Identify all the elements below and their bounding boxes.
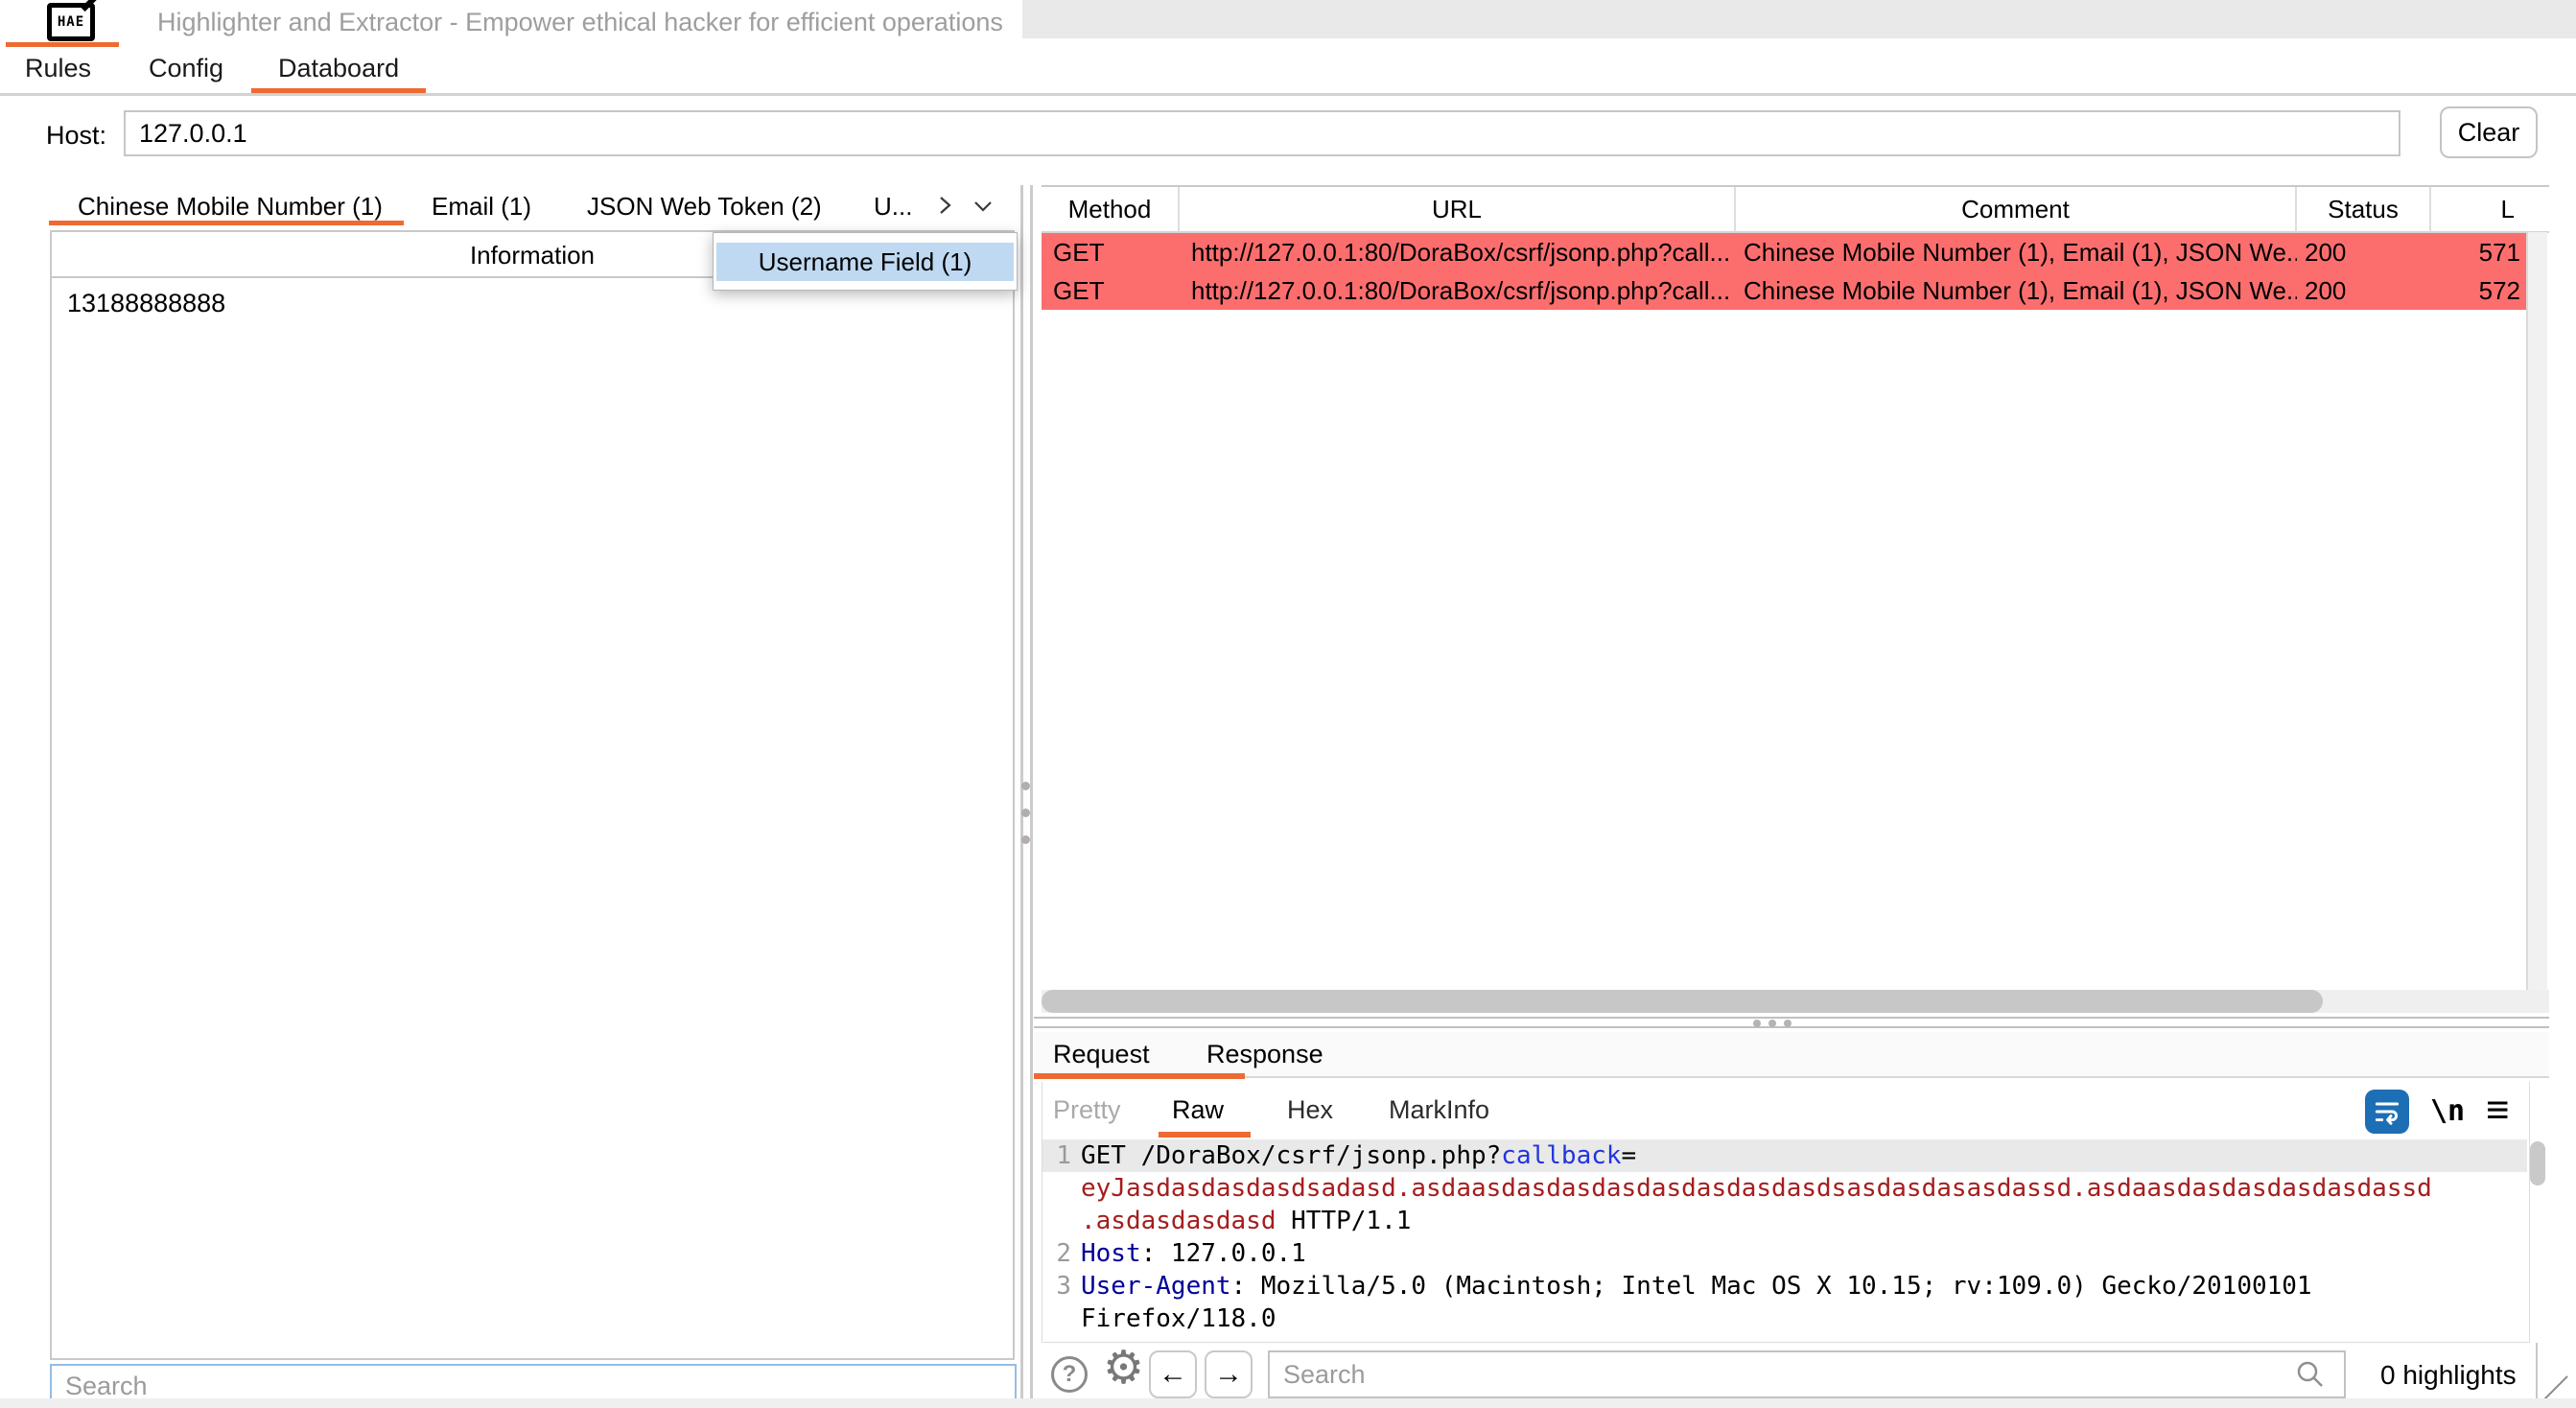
window-title: Highlighter and Extractor - Empower ethi… <box>157 8 1003 37</box>
column-header-method[interactable]: Method <box>1042 187 1180 233</box>
cell-length: 571 <box>2431 233 2526 271</box>
cell-comment: Chinese Mobile Number (1), Email (1), JS… <box>1736 271 2297 310</box>
request-tab-active-underline <box>1034 1073 1245 1079</box>
splitter-grip-dot <box>1753 1020 1761 1027</box>
splitter-grip-dot <box>1021 835 1030 844</box>
column-header-status[interactable]: Status <box>2297 187 2431 233</box>
splitter-grip-dot <box>1768 1020 1776 1027</box>
newline-toggle-button[interactable]: \n <box>2424 1093 2471 1129</box>
tab-scroll-right-button[interactable] <box>928 190 961 221</box>
requests-table-header: Method URL Comment Status L <box>1042 187 2549 233</box>
line-number <box>1042 1172 1081 1205</box>
header-scrollbar-gap <box>2526 187 2549 233</box>
viewer-splitter[interactable] <box>1034 1017 2549 1019</box>
cell-status: 200 <box>2297 233 2431 271</box>
left-tab-email[interactable]: Email (1) <box>432 192 531 222</box>
subtab-pretty[interactable]: Pretty <box>1053 1095 1121 1125</box>
splitter-grip-dot <box>1021 809 1030 817</box>
requests-table: Method URL Comment Status L GET http://1… <box>1042 185 2549 310</box>
request-row[interactable]: GET http://127.0.0.1:80/DoraBox/csrf/jso… <box>1042 271 2549 310</box>
subtab-raw[interactable]: Raw <box>1172 1095 1224 1125</box>
cell-method: GET <box>1042 233 1180 271</box>
splitter-grip-dot <box>1784 1020 1791 1027</box>
extracted-data-table: Information 13188888888 <box>50 230 1015 1360</box>
nav-divider <box>0 93 2576 96</box>
code-line: .asdasdasdasd HTTP/1.1 <box>1042 1205 2527 1237</box>
line-number: 3 <box>1042 1270 1081 1302</box>
hae-logo-text: HAE <box>58 14 84 30</box>
requests-table-vertical-scrollbar[interactable] <box>2526 232 2547 990</box>
tab-overflow-dropdown: Username Field (1) <box>713 232 1018 291</box>
cell-url: http://127.0.0.1:80/DoraBox/csrf/jsonp.p… <box>1180 271 1736 310</box>
editor-menu-button[interactable]: ≡ <box>2480 1086 2516 1134</box>
panel-splitter-line <box>1030 185 1033 1408</box>
editor-search-input[interactable] <box>1268 1350 2346 1398</box>
line-number <box>1042 1302 1081 1335</box>
search-previous-button[interactable]: ← <box>1149 1350 1197 1398</box>
column-header-url[interactable]: URL <box>1180 187 1736 233</box>
hae-extension-tab[interactable]: HAE <box>27 2 115 42</box>
pencil-icon <box>81 0 96 12</box>
requests-table-horizontal-scrollbar-thumb[interactable] <box>1042 990 2323 1013</box>
line-number: 2 <box>1042 1237 1081 1270</box>
subtab-markinfo[interactable]: MarkInfo <box>1389 1095 1489 1125</box>
host-label: Host: <box>46 121 106 151</box>
tab-config[interactable]: Config <box>149 54 223 83</box>
cell-method: GET <box>1042 271 1180 310</box>
code-line: 2 Host: 127.0.0.1 <box>1042 1237 2527 1270</box>
chevron-right-icon <box>931 192 958 219</box>
code-line: Firefox/118.0 <box>1042 1302 2527 1335</box>
hae-logo-icon: HAE <box>47 3 95 41</box>
code-line: 3 User-Agent: Mozilla/5.0 (Macintosh; In… <box>1042 1270 2527 1302</box>
hae-tab-active-underline <box>6 42 119 47</box>
hae-extension-window: HAE Highlighter and Extractor - Empower … <box>0 0 2576 1408</box>
host-input[interactable] <box>124 110 2400 156</box>
tab-response[interactable]: Response <box>1206 1040 1323 1069</box>
request-editor-content[interactable]: 1 GET /DoraBox/csrf/jsonp.php?callback= … <box>1042 1139 2527 1341</box>
left-tab-username-field-truncated[interactable]: U... <box>874 192 912 222</box>
tab-overflow-list-button[interactable] <box>967 190 999 221</box>
settings-gear-button[interactable]: ⚙ <box>1097 1345 1150 1393</box>
titlebar-background <box>1022 0 2576 38</box>
line-number: 1 <box>1042 1139 1081 1172</box>
window-resize-grip[interactable] <box>2543 1375 2567 1399</box>
column-header-comment[interactable]: Comment <box>1736 187 2297 233</box>
request-row[interactable]: GET http://127.0.0.1:80/DoraBox/csrf/jso… <box>1042 233 2549 271</box>
left-tab-json-web-token[interactable]: JSON Web Token (2) <box>587 192 822 222</box>
subtab-hex[interactable]: Hex <box>1287 1095 1333 1125</box>
cell-comment: Chinese Mobile Number (1), Email (1), JS… <box>1736 233 2297 271</box>
highlights-count: 0 highlights <box>2380 1360 2517 1391</box>
chevron-down-icon <box>969 192 997 219</box>
cell-status: 200 <box>2297 271 2431 310</box>
clear-button[interactable]: Clear <box>2440 106 2538 158</box>
word-wrap-icon <box>2372 1096 2402 1127</box>
tab-request[interactable]: Request <box>1053 1040 1150 1069</box>
line-number <box>1042 1205 1081 1237</box>
search-magnifier-icon <box>2294 1358 2327 1391</box>
code-line: eyJasdasdasdasdsadasd.asdaasdasdasdasdas… <box>1042 1172 2527 1205</box>
left-tab-active-underline <box>49 221 404 225</box>
panel-splitter[interactable] <box>1020 185 1023 1408</box>
tab-databoard[interactable]: Databoard <box>278 54 399 83</box>
code-line: 1 GET /DoraBox/csrf/jsonp.php?callback= <box>1042 1139 2527 1172</box>
cell-length: 572 <box>2431 271 2526 310</box>
column-header-length[interactable]: L <box>2431 187 2526 233</box>
cell-url: http://127.0.0.1:80/DoraBox/csrf/jsonp.p… <box>1180 233 1736 271</box>
raw-subtab-active-underline <box>1159 1132 1251 1138</box>
editor-vertical-scrollbar-thumb[interactable] <box>2530 1141 2545 1185</box>
bottom-bar-divider <box>2536 1343 2538 1402</box>
window-bottom-edge <box>0 1398 2576 1408</box>
viewer-splitter-line <box>1034 1026 2549 1028</box>
help-button[interactable]: ? <box>1051 1356 1088 1393</box>
dropdown-item-username-field[interactable]: Username Field (1) <box>716 243 1014 281</box>
left-tab-chinese-mobile-number[interactable]: Chinese Mobile Number (1) <box>78 192 383 222</box>
search-next-button[interactable]: → <box>1205 1350 1253 1398</box>
tab-rules[interactable]: Rules <box>25 54 91 83</box>
word-wrap-toggle-button[interactable] <box>2365 1090 2409 1134</box>
splitter-grip-dot <box>1021 782 1030 790</box>
